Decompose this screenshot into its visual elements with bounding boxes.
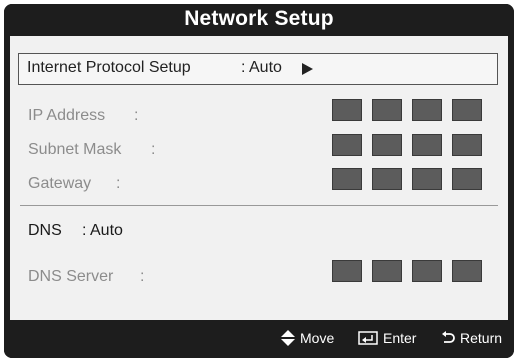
protocol-label: Internet Protocol Setup <box>27 59 191 76</box>
dns-octet-3[interactable] <box>412 260 442 282</box>
subnet-octet-1[interactable] <box>332 134 362 156</box>
move-hint: Move <box>281 330 334 346</box>
gateway-octet-4[interactable] <box>452 168 482 190</box>
subnet-mask-label: Subnet Mask <box>28 141 122 158</box>
enter-icon <box>358 331 378 345</box>
ip-octet-4[interactable] <box>452 99 482 121</box>
gateway-octet-2[interactable] <box>372 168 402 190</box>
ip-address-label: IP Address <box>28 107 106 124</box>
gateway-label: Gateway <box>28 175 92 192</box>
ip-address-field[interactable] <box>332 99 482 121</box>
protocol-value: : Auto <box>241 59 282 76</box>
dns-octet-1[interactable] <box>332 260 362 282</box>
dns-label[interactable]: DNS <box>28 222 62 240</box>
gateway-octet-1[interactable] <box>332 168 362 190</box>
subnet-octet-3[interactable] <box>412 134 442 156</box>
subnet-octet-2[interactable] <box>372 134 402 156</box>
return-hint: Return <box>441 330 502 346</box>
up-down-arrow-icon <box>281 330 295 346</box>
settings-panel: Internet Protocol Setup : Auto IP Addres… <box>10 36 508 320</box>
internet-protocol-setup-row[interactable]: Internet Protocol Setup : Auto <box>18 53 498 85</box>
dns-value[interactable]: : Auto <box>82 222 123 240</box>
ip-octet-2[interactable] <box>372 99 402 121</box>
enter-hint: Enter <box>358 330 416 346</box>
ip-octet-1[interactable] <box>332 99 362 121</box>
right-arrow-icon <box>302 63 313 75</box>
footer-hints: Move Enter Return <box>4 320 514 358</box>
section-divider <box>20 205 498 206</box>
enter-label: Enter <box>383 330 417 346</box>
subnet-octet-4[interactable] <box>452 134 482 156</box>
gateway-field[interactable] <box>332 168 482 190</box>
dns-server-colon: : <box>140 268 145 285</box>
dns-server-label: DNS Server <box>28 268 114 285</box>
dns-server-field[interactable] <box>332 260 482 282</box>
gateway-octet-3[interactable] <box>412 168 442 190</box>
dns-octet-4[interactable] <box>452 260 482 282</box>
title-bar: Network Setup <box>4 4 514 36</box>
move-label: Move <box>300 330 335 346</box>
gateway-colon: : <box>116 175 121 192</box>
dialog-title: Network Setup <box>184 7 334 30</box>
return-label: Return <box>460 330 503 346</box>
subnet-mask-colon: : <box>151 141 156 158</box>
return-icon <box>442 331 455 343</box>
subnet-mask-field[interactable] <box>332 134 482 156</box>
ip-octet-3[interactable] <box>412 99 442 121</box>
ip-address-colon: : <box>134 107 139 124</box>
dns-octet-2[interactable] <box>372 260 402 282</box>
